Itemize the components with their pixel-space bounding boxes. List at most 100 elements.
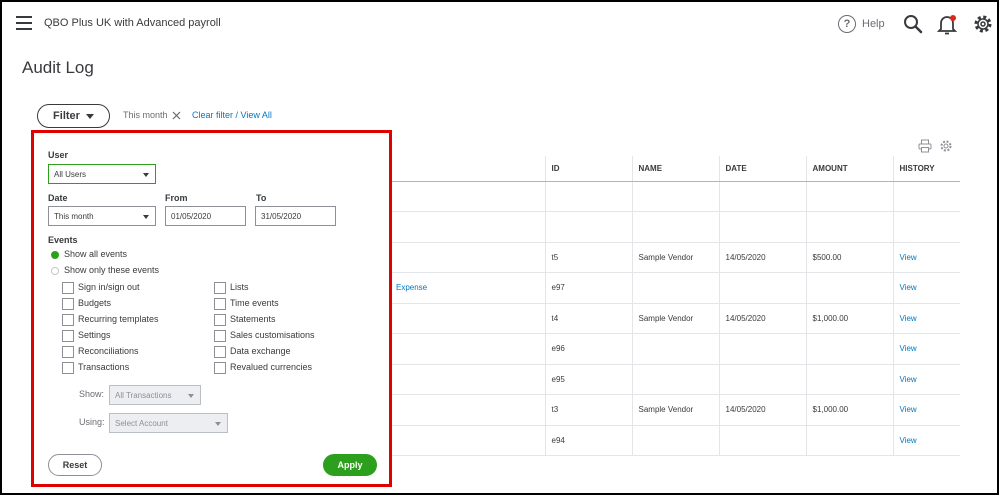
column-header-amount[interactable]: AMOUNT [805,156,893,182]
cell-event-link[interactable]: Expense [390,272,545,304]
checkbox-reconciliations[interactable] [62,346,74,358]
cell-name: Sample Vendor [631,303,719,334]
cell-event [390,394,545,426]
cell-event [390,364,545,395]
cell-amount [805,364,893,395]
cell-date: 14/05/2020 [718,242,806,273]
bell-icon[interactable] [936,13,958,35]
history-view-link[interactable]: View [892,364,960,395]
checkbox-data-exchange[interactable] [214,346,226,358]
date-select-value: This month [54,211,94,221]
print-icon[interactable] [918,139,932,153]
cell-event [390,242,545,273]
checkbox-label: Time events [230,298,279,308]
from-date-input[interactable]: 01/05/2020 [165,206,246,226]
close-icon[interactable] [172,111,181,120]
to-label: To [256,193,267,203]
checkbox-budgets[interactable] [62,298,74,310]
show-label: Show: [79,389,105,399]
checkbox-transactions[interactable] [62,362,74,374]
active-filter-label: This month [123,110,168,120]
cell-id: e96 [544,333,632,365]
filter-button[interactable]: Filter [37,104,110,128]
help-label: Help [862,18,885,30]
show-only-events-radio[interactable] [51,267,59,275]
using-label: Using: [79,417,105,427]
column-header-history[interactable]: HISTORY [892,156,960,182]
cell-name [631,364,719,395]
from-label: From [165,193,188,203]
cell-id [544,211,632,243]
date-label: Date [48,193,68,203]
cell-name [631,181,719,212]
top-bar: QBO Plus UK with Advanced payroll ? Help [2,2,997,44]
table-row: e94 View [390,425,960,456]
cell-event [390,425,545,456]
show-select-value: All Transactions [115,390,172,400]
search-icon[interactable] [902,13,924,35]
table-row: e95 View [390,364,960,395]
history-view-link[interactable]: View [892,242,960,273]
cell-date [718,425,806,456]
reset-button[interactable]: Reset [48,454,102,476]
cell-id: e95 [544,364,632,395]
checkbox-statements[interactable] [214,314,226,326]
checkbox-settings[interactable] [62,330,74,342]
show-all-events-radio[interactable] [51,251,59,259]
checkbox-label: Transactions [78,362,130,372]
cell-event [390,333,545,365]
history-view-link[interactable]: View [892,272,960,304]
cell-name: Sample Vendor [631,242,719,273]
history-view-link[interactable]: View [892,394,960,426]
checkbox-recurring-templates[interactable] [62,314,74,326]
checkbox-revalued-currencies[interactable] [214,362,226,374]
company-name: QBO Plus UK with Advanced payroll [44,17,221,29]
gear-icon[interactable] [972,13,994,35]
history-view-link[interactable]: View [892,303,960,334]
table-header-row: ID NAME DATE AMOUNT HISTORY [390,156,960,182]
cell-amount: $1,000.00 [805,394,893,426]
help-button[interactable]: ? Help [838,12,885,36]
chevron-down-icon [215,422,221,426]
column-header-date[interactable]: DATE [718,156,806,182]
clear-filter-link[interactable]: Clear filter / View All [192,110,272,120]
apply-button[interactable]: Apply [323,454,377,476]
using-account-select: Select Account [109,413,228,433]
checkbox-label: Data exchange [230,346,291,356]
column-header-name[interactable]: NAME [631,156,719,182]
table-row: e96 View [390,333,960,365]
cell-history [892,211,960,243]
cell-date [718,333,806,365]
table-row: t5 Sample Vendor 14/05/2020 $500.00 View [390,242,960,273]
checkbox-label: Revalued currencies [230,362,313,372]
checkbox-lists[interactable] [214,282,226,294]
to-date-input[interactable]: 31/05/2020 [255,206,336,226]
column-header-id[interactable]: ID [544,156,632,182]
cell-name [631,333,719,365]
show-all-events-label: Show all events [64,249,128,259]
table-row [390,181,960,212]
chevron-down-icon [85,113,94,119]
checkbox-sign-in-out[interactable] [62,282,74,294]
cell-date [718,211,806,243]
show-only-events-label: Show only these events [64,265,160,275]
history-view-link[interactable]: View [892,333,960,365]
checkbox-label: Reconciliations [78,346,139,356]
checkbox-label: Settings [78,330,111,340]
cell-name [631,272,719,304]
cell-name [631,425,719,456]
table-row: t3 Sample Vendor 14/05/2020 $1,000.00 View [390,394,960,426]
cell-id: e97 [544,272,632,304]
history-view-link[interactable]: View [892,425,960,456]
date-select[interactable]: This month [48,206,156,226]
checkbox-sales-customisations[interactable] [214,330,226,342]
hamburger-menu-icon[interactable] [16,16,32,30]
help-icon: ? [838,15,856,33]
user-select[interactable]: All Users [48,164,156,184]
cell-event [390,181,545,212]
cell-id: t4 [544,303,632,334]
user-label: User [48,150,69,160]
table-settings-icon[interactable] [939,139,953,153]
checkbox-time-events[interactable] [214,298,226,310]
cell-name [631,211,719,243]
